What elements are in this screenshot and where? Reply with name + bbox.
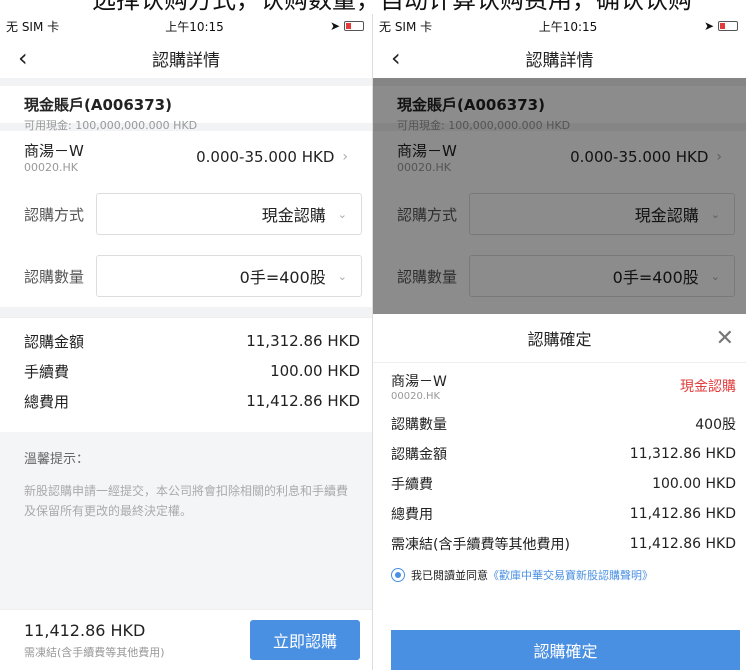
battery-icon xyxy=(344,21,364,31)
modal-overlay[interactable] xyxy=(373,78,746,314)
method-value: 現金認購 xyxy=(680,379,736,395)
stock-code: 00020.HK xyxy=(24,161,78,174)
price-range: 0.000-35.000 HKD xyxy=(196,148,335,166)
qty-label: 認購數量 xyxy=(24,267,85,286)
agreement-link[interactable]: 《歡庫中華交易寶新股認購聲明》 xyxy=(488,567,653,583)
top-caption: 选择认购方式，认购数量，自动计算认购费用，确认认购 xyxy=(0,0,746,14)
clock: 上午10:15 xyxy=(165,19,224,34)
confirm-sheet: 認購確定 ✕ 商湯－W 00020.HK 現金認購 認購數量 400股 認購金額 11… xyxy=(373,314,746,670)
total-amount: 11,412.86 HKD xyxy=(24,620,146,640)
cost-row: 手續費 100.00 HKD xyxy=(24,362,360,381)
chevron-down-icon: ⌄ xyxy=(337,269,347,283)
status-bar: 无 SIM 卡 上午10:15 ➤ xyxy=(0,14,372,38)
battery-icon xyxy=(718,21,738,31)
phone-right: 无 SIM 卡 上午10:15 ➤ ‹ 認購詳情 現金賬戶(A006373) 可… xyxy=(373,14,746,670)
chevron-down-icon: ⌄ xyxy=(337,207,347,221)
bottom-bar: 11,412.86 HKD 需凍結(含手續費等其他費用) 立即認購 xyxy=(0,609,372,670)
tips-title: 溫馨提示： xyxy=(24,452,90,467)
confirm-row: 認購金額 11,312.86 HKD xyxy=(391,446,736,463)
account-info: 現金賬戶(A006373) 可用現金: 100,000,000.000 HKD xyxy=(0,78,372,132)
method-label: 認購方式 xyxy=(24,205,85,224)
location-icon: ➤ xyxy=(703,19,714,33)
cost-summary: 認購金額 11,312.86 HKD 手續費 100.00 HKD 總費用 11,41… xyxy=(0,317,372,422)
phone-left: 无 SIM 卡 上午10:15 ➤ ‹ 認購詳情 現金賬戶(A006373) 可… xyxy=(0,14,373,670)
buy-now-button[interactable]: 立即認購 xyxy=(250,620,360,660)
carrier: 无 SIM 卡 xyxy=(6,19,60,34)
account-name: 現金賬戶(A006373) xyxy=(24,96,172,114)
chevron-right-icon: › xyxy=(342,149,348,165)
agreement[interactable]: 我已閱讀並同意 《歡庫中華交易寶新股認購聲明》 xyxy=(373,559,746,591)
tips-text: 新股認購申請一經提交，本公司將會扣除相關的利息和手續費及保留所有更改的最終決定權… xyxy=(24,484,349,518)
method-row: 認購方式 現金認購 ⌄ xyxy=(0,183,372,245)
navbar: ‹ 認購詳情 xyxy=(0,38,372,78)
back-icon[interactable]: ‹ xyxy=(391,46,401,70)
tips-box: 溫馨提示： 新股認購申請一經提交，本公司將會扣除相關的利息和手續費及保留所有更改… xyxy=(0,432,372,622)
confirm-row: 需凍結(含手續費等其他費用) 11,412.86 HKD xyxy=(391,536,736,553)
navbar: ‹ 認購詳情 xyxy=(391,44,594,72)
page-title: 認購詳情 xyxy=(152,50,220,71)
confirm-row: 總費用 11,412.86 HKD xyxy=(391,506,736,523)
qty-row: 認購數量 0手=400股 ⌄ xyxy=(0,245,372,307)
confirm-button[interactable]: 認購確定 xyxy=(391,630,740,670)
stock-name: 商湯－W xyxy=(24,142,84,160)
cost-row: 認購金額 11,312.86 HKD xyxy=(24,332,360,351)
back-icon[interactable]: ‹ xyxy=(18,46,28,70)
cost-row: 總費用 11,412.86 HKD xyxy=(24,392,360,411)
confirm-row: 手續費 100.00 HKD xyxy=(391,476,736,493)
freeze-label: 需凍結(含手續費等其他費用) xyxy=(24,645,165,659)
confirm-row: 認購數量 400股 xyxy=(391,417,736,433)
status-bar: 无 SIM 卡 上午10:15 ➤ xyxy=(373,14,746,38)
location-icon: ➤ xyxy=(329,19,340,33)
agree-radio[interactable] xyxy=(391,568,405,582)
method-select[interactable]: 現金認購 ⌄ xyxy=(96,193,362,235)
close-icon[interactable]: ✕ xyxy=(716,326,734,351)
sheet-title: 認購確定 xyxy=(527,330,592,349)
qty-select[interactable]: 0手=400股 ⌄ xyxy=(96,255,362,297)
